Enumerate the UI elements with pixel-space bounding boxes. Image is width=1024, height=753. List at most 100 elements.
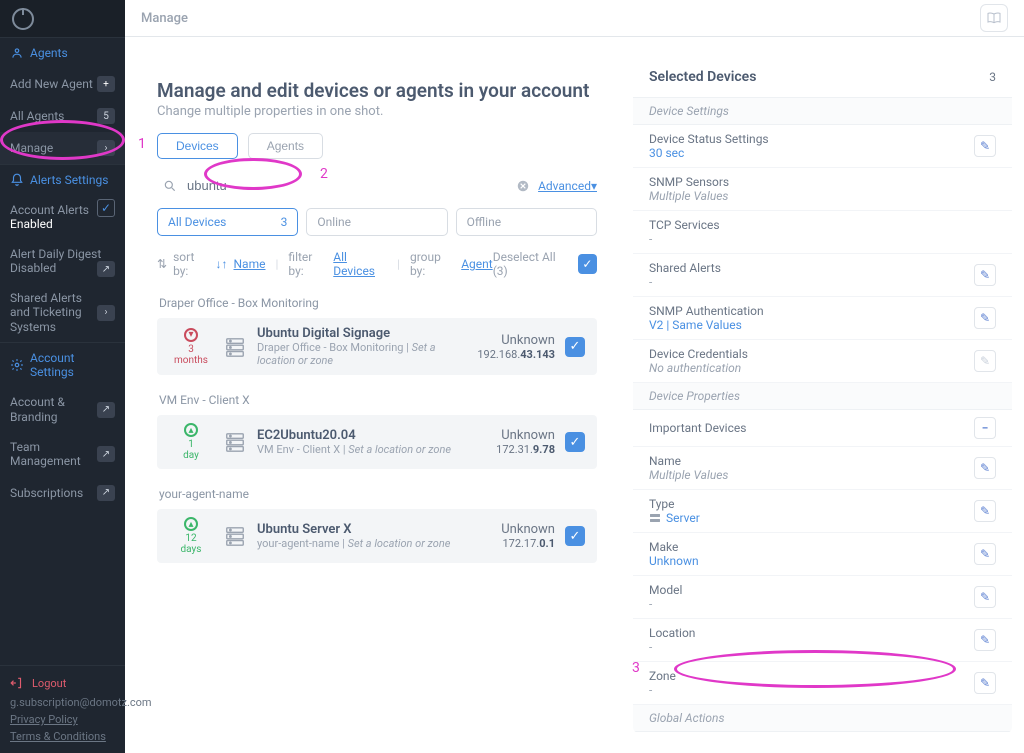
edit-icon[interactable]: ✎	[974, 350, 996, 372]
edit-icon[interactable]: ✎	[974, 307, 996, 329]
nav-label: Alert Daily Digest	[10, 247, 101, 261]
annotation-number-2: 2	[320, 166, 328, 182]
row-important[interactable]: Important Devices−	[633, 410, 1012, 447]
device-checkbox[interactable]: ✓	[565, 337, 585, 357]
device-row[interactable]: ▾3monthsUbuntu Digital SignageDraper Off…	[157, 318, 597, 375]
search-icon	[163, 179, 177, 193]
privacy-link[interactable]: Privacy Policy	[10, 713, 115, 726]
group-label: your-agent-name	[159, 487, 597, 501]
server-icon	[223, 525, 247, 547]
nav-state: Disabled	[10, 261, 56, 275]
selected-title: Selected Devices	[649, 69, 756, 85]
device-name: Ubuntu Server X	[257, 522, 491, 537]
sidebar-footer: Logout g.subscription@domotz.com Privacy…	[0, 665, 125, 753]
row-zone[interactable]: Zone-✎	[633, 662, 1012, 705]
select-all-checkbox[interactable]: ✓	[578, 254, 597, 274]
device-name: EC2Ubuntu20.04	[257, 428, 486, 443]
edit-icon[interactable]: ✎	[974, 457, 996, 479]
device-age: ▴12days	[169, 517, 213, 555]
sort-value[interactable]: Name	[234, 257, 266, 271]
edit-icon[interactable]: ✎	[974, 672, 996, 694]
selected-count: 3	[989, 70, 996, 84]
bell-icon	[10, 173, 24, 187]
plus-icon: +	[97, 76, 115, 92]
logout-button[interactable]: Logout	[10, 676, 115, 690]
search-input[interactable]	[185, 177, 315, 194]
right-panel: Selected Devices 3 Device Settings Devic…	[633, 57, 1012, 733]
section-device-properties: Device Properties	[633, 383, 1012, 410]
edit-icon[interactable]: ✎	[974, 543, 996, 565]
nav-section-alerts[interactable]: Alerts Settings	[0, 165, 125, 195]
nav-subscriptions[interactable]: Subscriptions ↗	[0, 477, 125, 509]
annotation-number-1: 1	[138, 136, 146, 152]
device-row[interactable]: ▴1dayEC2Ubuntu20.04VM Env - Client X | S…	[157, 415, 597, 469]
device-age: ▴1day	[169, 423, 213, 461]
tab-all-devices[interactable]: All Devices3	[157, 208, 298, 236]
nav-add-new-agent[interactable]: Add New Agent +	[0, 68, 125, 100]
minus-icon[interactable]: −	[974, 417, 996, 439]
tab-online[interactable]: Online	[306, 208, 447, 236]
deselect-all[interactable]: Deselect All (3)	[493, 250, 570, 278]
clear-search-icon[interactable]	[516, 179, 530, 193]
edit-icon[interactable]: ✎	[974, 586, 996, 608]
terms-link[interactable]: Terms & Conditions	[10, 730, 115, 743]
nav-label: All Agents	[10, 109, 97, 123]
account-email: g.subscription@domotz.com	[10, 696, 115, 709]
center-panel: Manage and edit devices or agents in you…	[137, 57, 617, 585]
export-action[interactable]: Export Device Settings and Properties?	[633, 732, 1012, 733]
topbar: Manage	[125, 0, 1024, 37]
row-credentials[interactable]: Device CredentialsNo authentication✎	[633, 340, 1012, 383]
nav-state: Enabled	[10, 217, 53, 231]
row-make[interactable]: MakeUnknown✎	[633, 533, 1012, 576]
row-type[interactable]: TypeServer✎	[633, 490, 1012, 533]
count-badge: 5	[97, 108, 115, 124]
device-status: Unknown	[501, 522, 555, 537]
device-status: Unknown	[477, 333, 555, 348]
nav-all-agents[interactable]: All Agents 5	[0, 100, 125, 132]
nav-team-management[interactable]: Team Management ↗	[0, 432, 125, 477]
toggle-devices[interactable]: Devices	[157, 133, 238, 159]
device-ip: 192.168.43.143	[477, 348, 555, 361]
nav-section-agents[interactable]: Agents	[0, 38, 125, 68]
row-model[interactable]: Model-✎	[633, 576, 1012, 619]
row-snmp-sensors[interactable]: SNMP SensorsMultiple Values	[633, 168, 1012, 211]
edit-icon[interactable]: ✎	[974, 500, 996, 522]
panel-subheading: Change multiple properties in one shot.	[157, 104, 597, 119]
nav-daily-digest[interactable]: Alert Daily Digest ↗ Disabled	[0, 239, 125, 283]
edit-icon[interactable]: ✎	[974, 629, 996, 651]
nav-label: Account Settings	[30, 351, 115, 379]
nav-label: Subscriptions	[10, 486, 97, 500]
server-icon	[649, 513, 661, 523]
filter-value[interactable]: All Devices	[333, 250, 387, 278]
device-checkbox[interactable]: ✓	[565, 526, 585, 546]
row-name[interactable]: NameMultiple Values✎	[633, 447, 1012, 490]
toggle-agents[interactable]: Agents	[248, 133, 323, 159]
nav-account-branding[interactable]: Account & Branding ↗	[0, 387, 125, 432]
device-name: Ubuntu Digital Signage	[257, 326, 467, 341]
help-book-button[interactable]	[980, 4, 1008, 32]
group-label: Draper Office - Box Monitoring	[159, 296, 597, 310]
tab-offline[interactable]: Offline	[456, 208, 597, 236]
row-location[interactable]: Location-✎	[633, 619, 1012, 662]
row-tcp-services[interactable]: TCP Services-	[633, 211, 1012, 254]
advanced-link[interactable]: Advanced▾	[538, 179, 597, 193]
device-row[interactable]: ▴12daysUbuntu Server Xyour-agent-name | …	[157, 509, 597, 563]
nav-manage[interactable]: Manage ›	[0, 132, 125, 164]
device-status: Unknown	[496, 428, 555, 443]
device-checkbox[interactable]: ✓	[565, 432, 585, 452]
edit-icon[interactable]: ✎	[974, 264, 996, 286]
server-icon	[223, 336, 247, 358]
row-shared-alerts[interactable]: Shared Alerts-✎	[633, 254, 1012, 297]
checkbox-checked-icon[interactable]: ✓	[97, 199, 115, 217]
nav-shared-alerts[interactable]: Shared Alerts and Ticketing Systems ›	[0, 283, 125, 342]
search-input-wrap	[157, 173, 508, 198]
row-snmp-auth[interactable]: SNMP AuthenticationV2 | Same Values✎	[633, 297, 1012, 340]
group-value[interactable]: Agent	[461, 257, 492, 271]
nav-section-account[interactable]: Account Settings	[0, 343, 125, 387]
annotation-number-3: 3	[632, 660, 640, 676]
panel-heading: Manage and edit devices or agents in you…	[157, 79, 597, 102]
row-status-settings[interactable]: Device Status Settings30 sec✎	[633, 125, 1012, 168]
edit-icon[interactable]: ✎	[974, 135, 996, 157]
agents-icon	[10, 46, 24, 60]
nav-account-alerts[interactable]: Account Alerts Enabled ✓	[0, 195, 125, 239]
